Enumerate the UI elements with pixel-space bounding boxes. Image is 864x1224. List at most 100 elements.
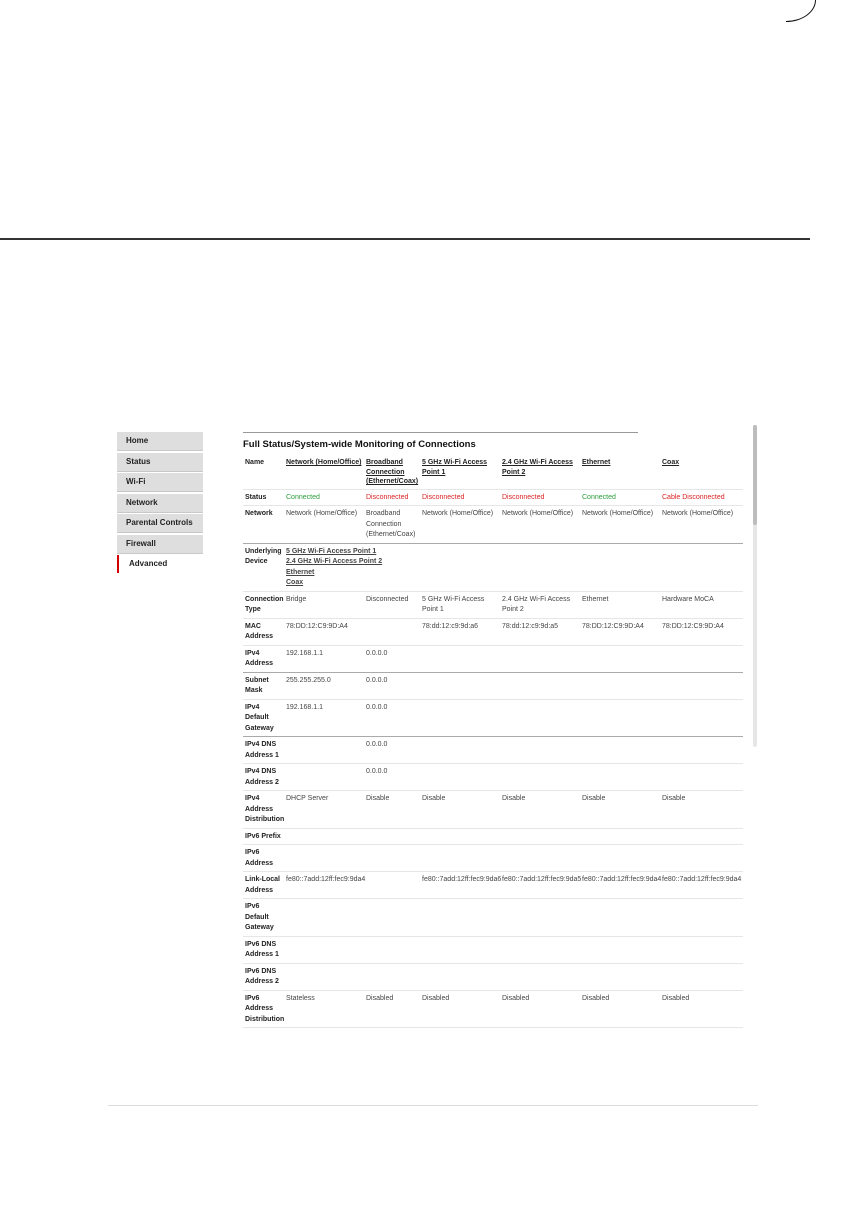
cell-value: Disabled <box>420 990 500 1028</box>
col-link-coax[interactable]: Coax <box>662 459 679 466</box>
cell-value: 78:dd:12:c9:9d:a6 <box>420 618 500 646</box>
col-link-ethernet[interactable]: Ethernet <box>582 459 610 466</box>
row-label: IPv4 DNS Address 1 <box>243 736 284 764</box>
col-link-5ghz[interactable]: 5 GHz Wi-Fi Access Point 1 <box>422 459 487 476</box>
status-value: Connected <box>580 489 660 506</box>
cell-value: Hardware MoCA <box>660 591 743 619</box>
cell-value: 0.0.0.0 <box>364 672 420 700</box>
row-label: IPv4 Address Distribution <box>243 790 284 829</box>
cell-value: fe80::7add:12ff:fec9:9da6 <box>420 871 501 899</box>
table-row: IPv4 DNS Address 1 0.0.0.0 <box>243 736 743 764</box>
cell-value: Disabled <box>660 990 743 1028</box>
row-label: MAC Address <box>243 618 284 646</box>
cell-value: Disable <box>420 790 500 829</box>
page-corner-curve <box>786 0 816 22</box>
cell-value: Broadband Connection (Ethernet/Coax) <box>364 505 420 544</box>
sidebar-item-parental-controls[interactable]: Parental Controls <box>117 514 203 533</box>
row-label: IPv6 Address <box>243 844 284 872</box>
table-row: IPv6 DNS Address 1 <box>243 936 743 964</box>
col-link-network[interactable]: Network (Home/Office) <box>286 459 361 466</box>
status-value: Disconnected <box>420 489 500 506</box>
table-row: IPv6 Default Gateway <box>243 898 743 937</box>
cell-value: 255.255.255.0 <box>284 672 364 700</box>
status-value: Disconnected <box>364 489 420 506</box>
cell-value: 192.168.1.1 <box>284 699 364 737</box>
title-divider <box>243 432 638 433</box>
sidebar-item-status[interactable]: Status <box>117 452 203 472</box>
cell-value: 192.168.1.1 <box>284 645 364 673</box>
connections-table: Name Network (Home/Office) Broadband Con… <box>243 455 743 1028</box>
table-row: Connection Type Bridge Disconnected 5 GH… <box>243 591 743 619</box>
table-row: IPv6 Address <box>243 844 743 872</box>
sidebar-item-wifi[interactable]: Wi-Fi <box>117 473 203 492</box>
cell-value: Bridge <box>284 591 364 619</box>
vertical-scrollbar[interactable] <box>753 425 757 747</box>
cell-value: 0.0.0.0 <box>364 645 420 673</box>
col-link-24ghz[interactable]: 2.4 GHz Wi-Fi Access Point 2 <box>502 459 573 476</box>
sidebar-item-home[interactable]: Home <box>117 432 203 451</box>
scrollbar-thumb[interactable] <box>753 425 757 525</box>
table-row: Link-Local Address fe80::7add:12ff:fec9:… <box>243 871 743 899</box>
cell-value: fe80::7add:12ff:fec9:9da4 <box>580 871 661 899</box>
cell-value: Network (Home/Office) <box>284 505 364 544</box>
row-label: IPv6 DNS Address 2 <box>243 963 284 991</box>
table-row: IPv6 Prefix <box>243 828 743 845</box>
device-link-5ghz[interactable]: 5 GHz Wi-Fi Access Point 1 <box>286 548 376 555</box>
table-row: Status Connected Disconnected Disconnect… <box>243 489 743 506</box>
cell-value: Network (Home/Office) <box>580 505 660 544</box>
table-header-row: Name Network (Home/Office) Broadband Con… <box>243 455 743 490</box>
cell-value: Disable <box>660 790 743 829</box>
sidebar-item-advanced[interactable]: Advanced <box>117 555 203 573</box>
table-row: IPv4 Address 192.168.1.1 0.0.0.0 <box>243 645 743 673</box>
cell-value: 0.0.0.0 <box>364 763 420 791</box>
table-row: IPv6 DNS Address 2 <box>243 963 743 991</box>
cell-value: DHCP Server <box>284 790 364 829</box>
cell-value: 78:dd:12:c9:9d:a5 <box>500 618 580 646</box>
row-label: IPv6 Prefix <box>243 828 284 845</box>
row-label: Network <box>243 505 284 544</box>
col-link-broadband[interactable]: Broadband Connection (Ethernet/Coax) <box>366 459 418 485</box>
cell-value: fe80::7add:12ff:fec9:9da4 <box>284 871 365 899</box>
device-link-ethernet[interactable]: Ethernet <box>286 569 314 576</box>
cell-value: Network (Home/Office) <box>660 505 743 544</box>
cell-value <box>364 618 420 646</box>
cell-value: Network (Home/Office) <box>420 505 500 544</box>
row-label: IPv6 DNS Address 1 <box>243 936 284 964</box>
table-row: MAC Address 78:DD:12:C9:9D:A4 78:dd:12:c… <box>243 618 743 646</box>
table-row: Underlying Device 5 GHz Wi-Fi Access Poi… <box>243 543 743 592</box>
page-divider <box>0 238 810 240</box>
cell-value: Disabled <box>500 990 580 1028</box>
cell-value: Ethernet <box>580 591 660 619</box>
cell-value: Stateless <box>284 990 364 1028</box>
table-row: Subnet Mask 255.255.255.0 0.0.0.0 <box>243 672 743 700</box>
name-header: Name <box>243 455 284 490</box>
status-value: Connected <box>284 489 364 506</box>
cell-value: Disabled <box>580 990 660 1028</box>
row-label: Link-Local Address <box>243 871 284 899</box>
bottom-divider <box>108 1105 758 1106</box>
row-label: Subnet Mask <box>243 672 284 700</box>
table-row: IPv4 Address Distribution DHCP Server Di… <box>243 790 743 829</box>
device-link-24ghz[interactable]: 2.4 GHz Wi-Fi Access Point 2 <box>286 558 382 565</box>
cell-value: 0.0.0.0 <box>364 736 420 764</box>
row-label: Connection Type <box>243 591 284 619</box>
device-link-coax[interactable]: Coax <box>286 579 303 586</box>
cell-value: 2.4 GHz Wi-Fi Access Point 2 <box>500 591 580 619</box>
row-label: IPv4 DNS Address 2 <box>243 763 284 791</box>
cell-value: 78:DD:12:C9:9D:A4 <box>660 618 743 646</box>
row-label: IPv6 Address Distribution <box>243 990 284 1028</box>
cell-value: fe80::7add:12ff:fec9:9da4 <box>660 871 743 899</box>
row-label: IPv4 Default Gateway <box>243 699 284 737</box>
table-row: Network Network (Home/Office) Broadband … <box>243 505 743 544</box>
status-value: Disconnected <box>500 489 580 506</box>
table-row: IPv4 Default Gateway 192.168.1.1 0.0.0.0 <box>243 699 743 737</box>
sidebar-item-network[interactable]: Network <box>117 493 203 513</box>
cell-value: Disable <box>500 790 580 829</box>
sidebar-nav: Home Status Wi-Fi Network Parental Contr… <box>117 432 203 575</box>
cell-value: 78:DD:12:C9:9D:A4 <box>580 618 660 646</box>
cell-value: Disabled <box>364 990 420 1028</box>
router-ui-screenshot: Home Status Wi-Fi Network Parental Contr… <box>108 422 758 1106</box>
sidebar-item-firewall[interactable]: Firewall <box>117 534 203 554</box>
cell-value: fe80::7add:12ff:fec9:9da5 <box>500 871 581 899</box>
cell-value: Disable <box>580 790 660 829</box>
